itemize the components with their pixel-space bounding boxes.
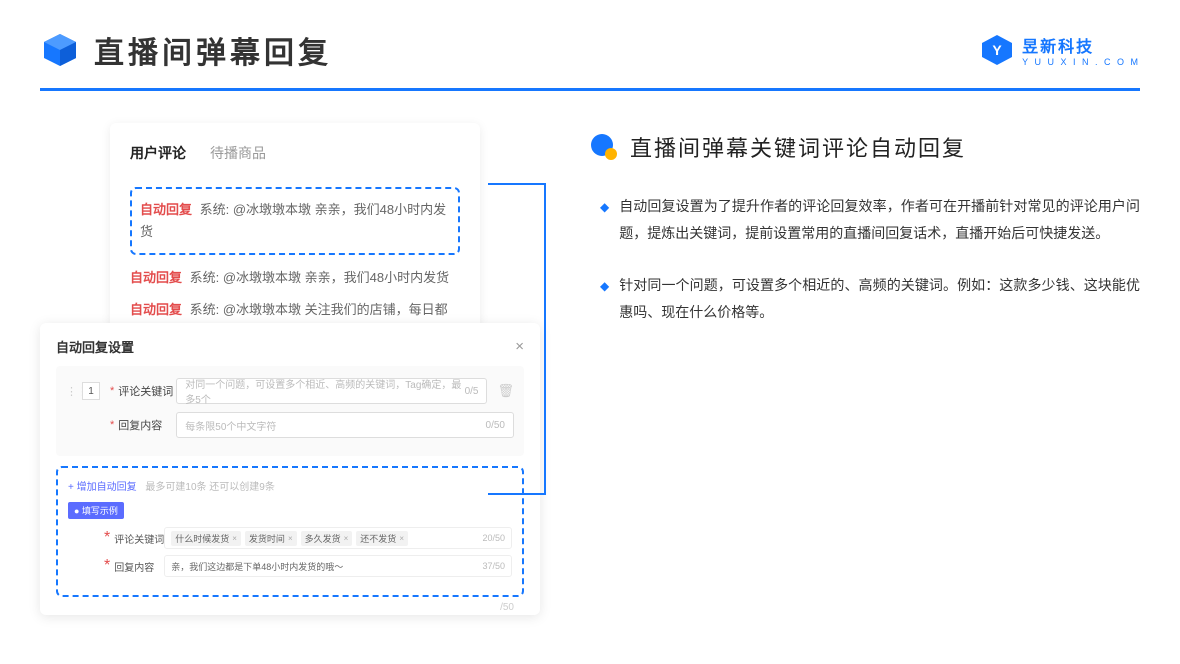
tag-item[interactable]: 多久发货× [301,531,353,546]
add-reply-link[interactable]: + 增加自动回复 [68,482,137,493]
tag-item[interactable]: 什么时候发货× [171,531,241,546]
auto-reply-tag: 自动回复 [140,202,192,217]
content-row: * 回复内容 每条限50个中文字符 0/50 [66,412,514,438]
tag-item[interactable]: 还不发货× [356,531,408,546]
ex-keyword-label: 评论关键词 [114,531,164,546]
screenshots-column: 用户评论 待播商品 自动回复 系统: @冰墩墩本墩 亲亲，我们48小时内发货 自… [40,123,550,351]
example-badge: ● 填写示例 [68,502,124,519]
reply-item: 自动回复 系统: @冰墩墩本墩 亲亲，我们48小时内发货 [140,199,450,243]
bullet-diamond-icon: ◆ [600,196,609,246]
ex-keyword-count: 20/50 [482,533,505,543]
content-input[interactable]: 每条限50个中文字符 0/50 [176,412,514,438]
ex-content-label: 回复内容 [114,559,164,574]
brand-text: 昱新科技 Y U U X I N . C O M [1022,33,1140,67]
required-star: * [104,557,110,575]
bullet-diamond-icon: ◆ [600,275,609,325]
keyword-input[interactable]: 对同一个问题，可设置多个相近、高频的关键词，Tag确定，最多5个 0/5 [176,378,487,404]
bullet-text: 针对同一个问题，可设置多个相近的、高频的关键词。例如：这款多少钱、这块能优惠吗、… [619,272,1140,325]
tab-user-comments[interactable]: 用户评论 [130,143,186,169]
settings-header: 自动回复设置 × [56,337,524,366]
header-cube-icon [40,30,80,70]
keyword-row: ⋮⋮ 1 * 评论关键词 对同一个问题，可设置多个相近、高频的关键词，Tag确定… [66,378,514,404]
bullet-text: 自动回复设置为了提升作者的评论回复效率，作者可在开播前针对常见的评论用户问题，提… [619,193,1140,246]
chat-bubble-icon [590,133,618,161]
brand-logo: Y 昱新科技 Y U U X I N . C O M [980,33,1140,67]
ex-content-count: 37/50 [482,561,505,571]
add-reply-hint: 最多可建10条 还可以创建9条 [145,482,274,493]
settings-body: ⋮⋮ 1 * 评论关键词 对同一个问题，可设置多个相近、高频的关键词，Tag确定… [56,366,524,456]
svg-text:Y: Y [992,42,1002,58]
tag-remove-icon[interactable]: × [399,534,404,543]
drag-handle-icon[interactable]: ⋮⋮ [66,385,82,398]
main-content: 用户评论 待播商品 自动回复 系统: @冰墩墩本墩 亲亲，我们48小时内发货 自… [0,91,1180,351]
reply-text: 系统: @冰墩墩本墩 亲亲，我们48小时内发货 [190,270,450,285]
tag-remove-icon[interactable]: × [232,534,237,543]
content-label: 回复内容 [118,417,176,433]
close-icon[interactable]: × [515,338,524,355]
settings-title: 自动回复设置 [56,337,134,356]
reply-item: 自动回复 系统: @冰墩墩本墩 亲亲，我们48小时内发货 [130,267,460,289]
required-star: * [104,529,110,547]
content-count: 0/50 [486,420,505,431]
required-star: * [110,419,114,431]
required-star: * [110,385,114,397]
auto-reply-tag: 自动回复 [130,302,182,317]
comment-tabs: 用户评论 待播商品 [130,143,460,169]
slide-header: 直播间弹幕回复 Y 昱新科技 Y U U X I N . C O M [0,0,1180,72]
tag-item[interactable]: 发货时间× [245,531,297,546]
example-content-row: * 回复内容 亲，我们这边都是下单48小时内发货的哦～ 37/50 [68,555,512,577]
keyword-label: 评论关键词 [118,383,176,399]
tab-pending-products[interactable]: 待播商品 [210,143,266,169]
auto-reply-tag: 自动回复 [130,270,182,285]
brand-icon: Y [980,33,1014,67]
tag-remove-icon[interactable]: × [344,534,349,543]
auto-reply-settings-card: 自动回复设置 × ⋮⋮ 1 * 评论关键词 对同一个问题，可设置多个相近、高频的… [40,323,540,615]
ex-content-input[interactable]: 亲，我们这边都是下单48小时内发货的哦～ 37/50 [164,555,512,577]
description-column: 直播间弹幕关键词评论自动回复 ◆ 自动回复设置为了提升作者的评论回复效率，作者可… [590,123,1140,351]
add-reply-row: + 增加自动回复 最多可建10条 还可以创建9条 [68,478,512,493]
section-header: 直播间弹幕关键词评论自动回复 [590,131,1140,163]
highlighted-reply: 自动回复 系统: @冰墩墩本墩 亲亲，我们48小时内发货 [130,187,460,255]
keyword-count: 0/5 [465,386,479,397]
content-placeholder: 每条限50个中文字符 [185,418,276,433]
example-keyword-row: * 评论关键词 什么时候发货× 发货时间× 多久发货× 还不发货× 20/50 [68,527,512,549]
ex-content-text: 亲，我们这边都是下单48小时内发货的哦～ [171,560,343,573]
order-number: 1 [82,382,100,400]
brand-name-en: Y U U X I N . C O M [1022,57,1140,67]
delete-icon[interactable]: 🗑 [497,383,514,399]
ex-keyword-tags[interactable]: 什么时候发货× 发货时间× 多久发货× 还不发货× 20/50 [164,527,512,549]
tag-remove-icon[interactable]: × [288,534,293,543]
section-title: 直播间弹幕关键词评论自动回复 [630,131,966,163]
bullet-item: ◆ 自动回复设置为了提升作者的评论回复效率，作者可在开播前针对常见的评论用户问题… [590,193,1140,246]
brand-name-cn: 昱新科技 [1022,33,1140,57]
example-box: + 增加自动回复 最多可建10条 还可以创建9条 ● 填写示例 * 评论关键词 … [56,466,524,597]
stray-count: /50 [500,602,514,613]
keyword-placeholder: 对同一个问题，可设置多个相近、高频的关键词，Tag确定，最多5个 [185,376,464,406]
bullet-item: ◆ 针对同一个问题，可设置多个相近的、高频的关键词。例如：这款多少钱、这块能优惠… [590,272,1140,325]
slide-title: 直播间弹幕回复 [94,28,332,72]
